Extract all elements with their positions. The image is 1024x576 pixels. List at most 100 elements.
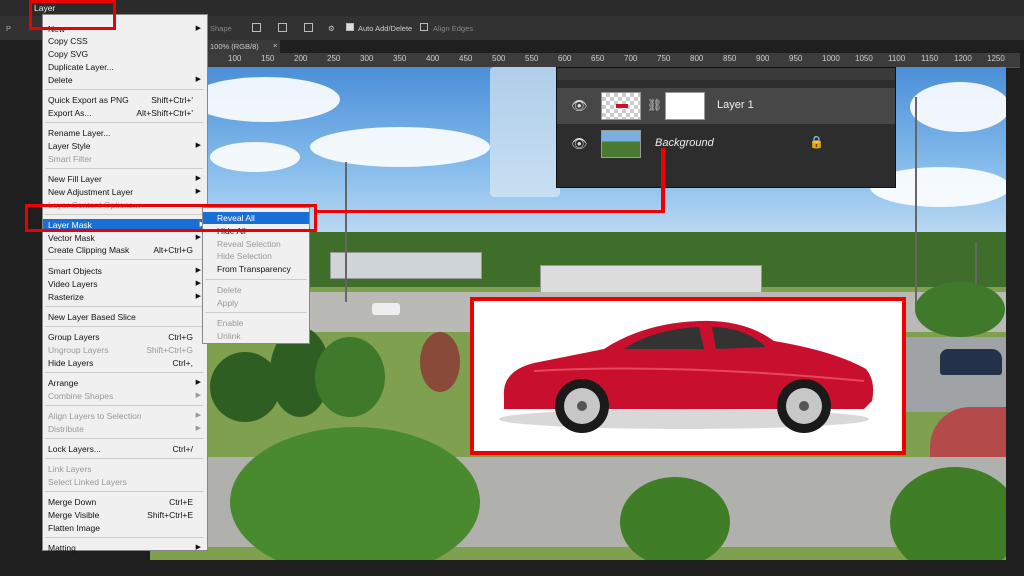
separator [205,279,307,280]
document-tab-title: 100% (RGB/8) [210,42,259,51]
annotation-box-layer-menu [29,0,116,30]
separator [45,491,203,492]
annotation-connector [661,148,665,213]
menu-item-matting[interactable]: Matting ▶ [48,542,201,554]
menu-item-ungroup-layers[interactable]: Ungroup Layers Shift+Ctrl+G [48,344,201,356]
submenu-arrow-icon: ▶ [195,379,201,386]
ruler-tick-label: 550 [525,54,539,63]
menu-item-label: Duplicate Layer... [48,62,114,72]
menu-item-rasterize[interactable]: Rasterize ▶ [48,291,201,303]
menu-item-new-fill[interactable]: New Fill Layer ▶ [48,173,201,185]
menu-item-clipping-mask[interactable]: Create Clipping Mask Alt+Ctrl+G [48,244,201,256]
menu-item-group-layers[interactable]: Group Layers Ctrl+G [48,331,201,343]
visibility-eye-icon[interactable]: 👁 [571,136,588,152]
menu-item-label: Merge Down [48,497,97,507]
menu-item-flatten[interactable]: Flatten Image [48,522,201,534]
layer-mask-thumbnail[interactable] [665,92,705,120]
menu-item-new-adjustment[interactable]: New Adjustment Layer ▶ [48,186,201,198]
auto-add-delete-checkbox[interactable] [346,23,354,31]
submenu-arrow-icon: ▶ [195,293,201,300]
ruler-tick-label: 350 [393,54,407,63]
chain-link-icon[interactable]: ⛓ [647,98,662,112]
submenu-enable[interactable]: Enable [203,317,309,329]
submenu-delete[interactable]: Delete [203,284,309,296]
menu-item-merge-visible[interactable]: Merge Visible Shift+Ctrl+E [48,509,201,521]
menu-item-combine-shapes[interactable]: Combine Shapes ▶ [48,390,201,402]
layer-name: Layer 1 [717,99,754,111]
separator [45,438,203,439]
menu-item-layer-style[interactable]: Layer Style ▶ [48,140,201,152]
menu-item-distribute[interactable]: Distribute ▶ [48,423,201,435]
ruler-tick-label: 1250 [987,54,1005,63]
menu-item-label: Quick Export as PNG [48,95,129,105]
menu-item-lock-layers[interactable]: Lock Layers... Ctrl+/ [48,443,201,455]
ruler-tick-label: 600 [558,54,572,63]
menu-item-export-as[interactable]: Export As... Alt+Shift+Ctrl+' [48,107,201,119]
separator [45,89,203,90]
menu-item-label: Matting [48,543,76,553]
auto-add-delete-label: Auto Add/Delete [358,24,413,33]
menu-item-label: Merge Visible [48,510,100,520]
path-arrangement-icon[interactable] [304,23,313,32]
ruler-tick-label: 150 [261,54,275,63]
cloud [310,127,490,167]
separator [45,306,203,307]
layer-row-layer1[interactable]: 👁 ⛓ Layer 1 [557,88,895,124]
close-tab-icon[interactable]: × [273,41,277,50]
layer-row-background[interactable]: 👁 Background 🔒 [557,126,895,162]
car-thumbnail [616,104,628,108]
menu-item-duplicate[interactable]: Duplicate Layer... [48,61,201,73]
separator [45,405,203,406]
menu-item-new-slice[interactable]: New Layer Based Slice [48,311,201,323]
parked-car [372,303,400,315]
cloud [190,77,340,122]
light-pole [915,97,917,307]
menu-item-rename[interactable]: Rename Layer... [48,127,201,139]
menu-item-arrange[interactable]: Arrange ▶ [48,377,201,389]
menu-item-smart-filter[interactable]: Smart Filter [48,153,201,165]
menu-item-video-layers[interactable]: Video Layers ▶ [48,278,201,290]
shape-option[interactable]: Shape [210,24,232,33]
submenu-apply[interactable]: Apply [203,297,309,309]
ruler-tick-label: 100 [228,54,242,63]
ruler-tick-label: 1200 [954,54,972,63]
ruler-tick-label: 400 [426,54,440,63]
bush [620,477,730,560]
menu-item-link-layers[interactable]: Link Layers [48,463,201,475]
menu-item-copy-css[interactable]: Copy CSS [48,35,201,47]
menu-item-align-to-selection[interactable]: Align Layers to Selection ▶ [48,410,201,422]
submenu-reveal-selection[interactable]: Reveal Selection [203,238,309,250]
visibility-eye-icon[interactable]: 👁 [571,98,588,114]
ruler-tick-label: 650 [591,54,605,63]
annotation-connector [317,210,665,213]
path-operations-icon[interactable] [252,23,261,32]
ruler-tick-label: 750 [657,54,671,63]
car-image-layer[interactable] [470,297,906,455]
submenu-arrow-icon: ▶ [195,392,201,399]
separator [205,312,307,313]
menu-item-vector-mask[interactable]: Vector Mask ▶ [48,232,201,244]
menu-item-label: Layer Style [48,141,91,151]
submenu-hide-selection[interactable]: Hide Selection [203,250,309,262]
menu-item-shortcut: Shift+Ctrl+' [151,95,193,105]
submenu-arrow-icon: ▶ [195,267,201,274]
submenu-unlink[interactable]: Unlink [203,330,309,342]
menu-item-smart-objects[interactable]: Smart Objects ▶ [48,265,201,277]
menu-item-copy-svg[interactable]: Copy SVG [48,48,201,60]
tool-icon[interactable]: P [6,24,11,33]
menu-item-label: Align Layers to Selection [48,411,142,421]
menu-item-label: Link Layers [48,464,92,474]
submenu-from-transparency[interactable]: From Transparency [203,263,309,275]
align-edges-checkbox[interactable] [420,23,428,31]
gear-icon[interactable]: ⚙ [328,24,335,33]
layers-panel-toolbar [557,68,895,80]
menu-item-select-linked[interactable]: Select Linked Layers [48,476,201,488]
menu-item-hide-layers[interactable]: Hide Layers Ctrl+, [48,357,201,369]
path-alignment-icon[interactable] [278,23,287,32]
lock-icon: 🔒 [809,135,824,149]
menu-item-merge-down[interactable]: Merge Down Ctrl+E [48,496,201,508]
menu-item-quick-export[interactable]: Quick Export as PNG Shift+Ctrl+' [48,94,201,106]
menu-item-label: Vector Mask [48,233,95,243]
menu-item-shortcut: Shift+Ctrl+E [147,510,193,520]
menu-item-delete[interactable]: Delete ▶ [48,74,201,86]
